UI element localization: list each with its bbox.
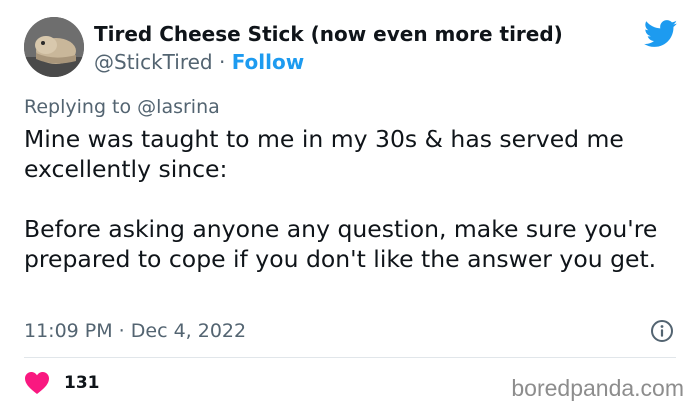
- replying-to-handle[interactable]: @lasrina: [137, 96, 220, 118]
- replying-to-prefix: Replying to: [24, 96, 132, 118]
- tweet-timestamp[interactable]: 11:09 PM · Dec 4, 2022: [24, 318, 246, 344]
- author-handle-row: @StickTired · Follow: [94, 49, 304, 75]
- like-count[interactable]: 131: [64, 371, 100, 395]
- replying-to: Replying to @lasrina: [24, 94, 220, 120]
- handle-separator: ·: [218, 50, 226, 74]
- divider: [24, 357, 676, 358]
- heart-icon[interactable]: [24, 371, 50, 395]
- avatar[interactable]: [24, 17, 84, 77]
- tweet-card: Tired Cheese Stick (now even more tired)…: [0, 0, 700, 410]
- author-handle[interactable]: @StickTired: [94, 50, 213, 74]
- twitter-bird-icon[interactable]: [643, 20, 678, 48]
- watermark: boredpanda.com: [511, 375, 684, 401]
- follow-button[interactable]: Follow: [232, 50, 305, 74]
- author-display-name[interactable]: Tired Cheese Stick (now even more tired): [94, 21, 563, 47]
- info-icon[interactable]: [650, 319, 674, 343]
- tweet-text: Mine was taught to me in my 30s & has se…: [24, 125, 658, 273]
